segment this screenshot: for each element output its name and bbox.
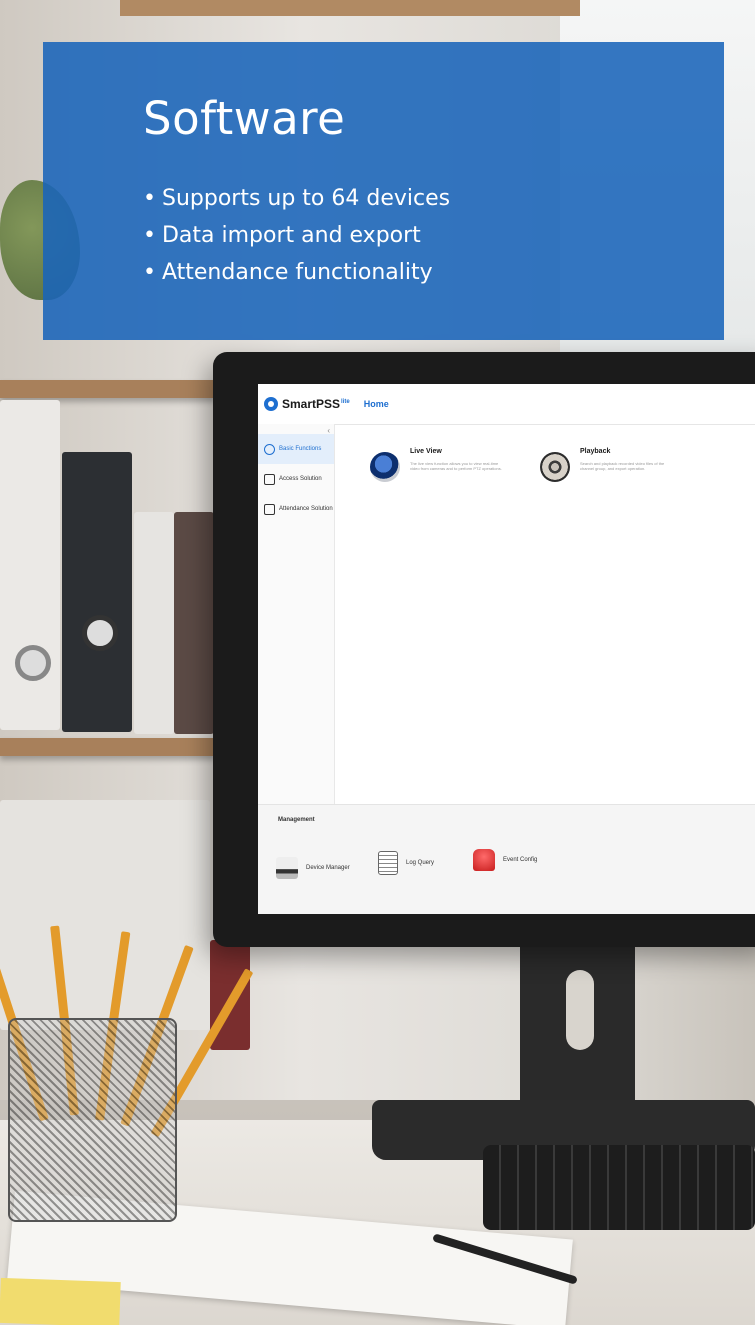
log-query-label: Log Query (406, 860, 435, 866)
event-config-button[interactable]: Event Config (473, 849, 537, 871)
sidebar-item-attendance-solution[interactable]: Attendance Solution (258, 494, 334, 524)
playback-icon (540, 452, 570, 482)
feature-item: • Data import and export (143, 217, 450, 254)
log-query-button[interactable]: Log Query (378, 851, 434, 875)
live-view-icon (370, 452, 400, 482)
log-query-icon (378, 851, 398, 875)
bullet-dot: • (143, 223, 156, 248)
keyboard (483, 1145, 755, 1230)
event-config-label: Event Config (503, 857, 538, 863)
calendar-icon (264, 503, 275, 515)
feature-text: Supports up to 64 devices (161, 186, 451, 211)
sidebar-item-label: Access Solution (279, 476, 322, 482)
feature-list: • Supports up to 64 devices • Data import … (143, 180, 450, 291)
sidebar-item-basic-functions[interactable]: Basic Functions (258, 434, 334, 464)
panel-title: Software (143, 92, 346, 145)
feature-panel: Software • Supports up to 64 devices • Dat… (43, 42, 724, 340)
app-header: SmartPSSlite Home (258, 384, 755, 425)
binder (134, 512, 174, 734)
photo-scene: SmartPSSlite Home ‹ Basic Functions Acce… (0, 0, 755, 1325)
monitor-stand-slot (566, 970, 594, 1050)
app-logo-text: SmartPSSlite (282, 397, 350, 411)
management-title: Management (278, 817, 315, 823)
feature-item: • Attendance functionality (143, 254, 450, 291)
smartpss-logo-icon (264, 397, 278, 411)
device-manager-icon (276, 857, 298, 879)
door-icon (264, 473, 275, 485)
management-section: Management Device Manager Log Query Even… (258, 804, 755, 914)
collapse-icon[interactable]: ‹ (327, 426, 330, 435)
shelf (0, 380, 215, 398)
live-view-card[interactable]: Live View The live view function allows … (370, 444, 540, 494)
tab-home[interactable]: Home (364, 399, 389, 409)
binder (174, 512, 214, 734)
binder (0, 800, 210, 1030)
bullet-dot: • (143, 186, 156, 211)
pencil-cup (8, 1018, 177, 1222)
device-manager-label: Device Manager (306, 865, 350, 871)
sidebar-item-label: Attendance Solution (279, 506, 333, 512)
binder-ring (15, 645, 51, 681)
feature-text: Data import and export (161, 223, 421, 248)
card-description: Search and playback recorded video files… (580, 461, 665, 471)
card-title: Live View (410, 448, 442, 455)
sidebar-item-label: Basic Functions (279, 446, 322, 452)
feature-item: • Supports up to 64 devices (143, 180, 450, 217)
monitor-screen: SmartPSSlite Home ‹ Basic Functions Acce… (258, 384, 755, 914)
binder-ring (82, 615, 118, 651)
device-manager-button[interactable]: Device Manager (276, 857, 350, 879)
sidebar: ‹ Basic Functions Access Solution Attend… (258, 424, 335, 804)
binder (62, 452, 132, 732)
top-shelf (120, 0, 580, 16)
bullet-dot: • (143, 260, 156, 285)
feature-text: Attendance functionality (161, 260, 433, 285)
sticky-note (0, 1277, 121, 1325)
card-title: Playback (580, 448, 611, 455)
card-description: The live view function allows you to vie… (410, 461, 502, 471)
shelf (0, 738, 215, 756)
playback-card[interactable]: Playback Search and playback recorded vi… (540, 444, 710, 494)
sidebar-item-access-solution[interactable]: Access Solution (258, 464, 334, 494)
event-config-icon (473, 849, 495, 871)
user-icon (264, 443, 275, 455)
